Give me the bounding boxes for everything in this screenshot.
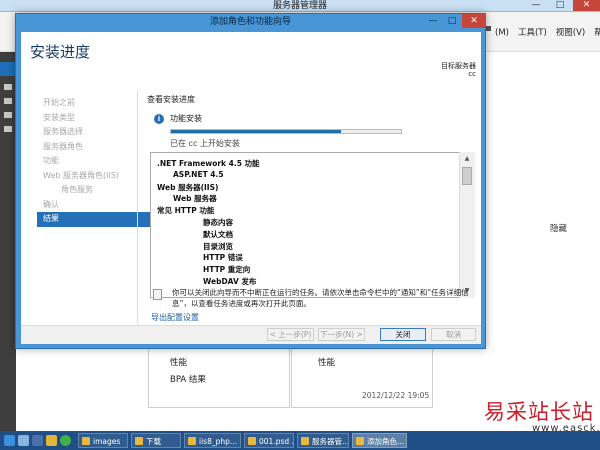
taskbar-item[interactable]: images [78,433,128,448]
watermark-logo: 易采站长站 [484,400,594,424]
tile-bpa-link[interactable]: BPA 结果 [170,373,206,385]
feature-item: .NET Framework 4.5 功能 [157,159,260,168]
wizard-title: 添加角色和功能向导 [209,17,291,27]
server-manager-menu: (M) 工具(T) 视图(V) 帮助(H) [495,26,600,38]
powershell-icon[interactable] [32,435,43,446]
taskbar-item[interactable]: iis8_php... [184,433,241,448]
progress-bar [170,129,402,134]
tile-performance-link[interactable]: 性能 [318,356,335,368]
server-manager-icon[interactable] [18,435,29,446]
note-icon [153,289,162,300]
menu-item[interactable]: 帮助(H) [594,28,600,38]
feature-item: Web 服务器(IIS) [157,182,219,192]
menu-item[interactable]: (M) [495,28,509,38]
feature-results-list[interactable]: .NET Framework 4.5 功能 ASP.NET 4.5 Web 服务器(… [150,152,475,298]
menu-item[interactable]: 工具(T) [518,28,547,38]
taskbar-item[interactable]: 服务器管... [297,433,349,448]
taskbar-item[interactable]: 添加角色... [352,433,407,448]
destination-server-value: cc [468,70,476,78]
status-label: 功能安装 [170,114,202,123]
cancel-button[interactable]: 取消 [431,328,476,341]
server-icon[interactable] [4,112,12,118]
previous-button[interactable]: < 上一步(P) [267,328,314,341]
feature-item: HTTP 错误 [203,253,243,263]
server-manager-title: 服务器管理器 [272,1,327,11]
feature-item: WebDAV 发布 [203,277,257,286]
next-button[interactable]: 下一步(N) > [318,328,365,341]
feature-item: Web 服务器 [173,194,217,204]
feature-item: ASP.NET 4.5 [173,169,224,179]
progress-note: 已在 cc 上开始安装 [170,139,240,148]
chrome-icon[interactable] [60,435,71,446]
server-icon[interactable] [4,126,12,132]
start-icon[interactable] [4,435,15,446]
scrollbar-thumb[interactable] [462,167,472,185]
server-icon[interactable] [4,98,12,104]
section-label: 查看安装进度 [147,95,195,104]
sidebar-item-selected[interactable] [0,62,16,76]
maximize-button[interactable]: □ [549,0,571,11]
info-icon: i [154,114,164,124]
page-title: 安装进度 [30,43,91,61]
feature-item: 目录浏览 [203,241,233,251]
hide-link[interactable]: 隐藏 [550,222,567,234]
explorer-icon[interactable] [46,435,57,446]
menu-item[interactable]: 视图(V) [556,28,585,38]
add-roles-wizard: 添加角色和功能向导 — □ ✕ 安装进度 目标服务器 cc 开始之前 安装类型 服务… [15,13,486,349]
feature-item: 默认文档 [203,229,233,239]
divider [137,90,138,330]
close-button[interactable]: ✕ [573,0,600,11]
tile-performance-link[interactable]: 性能 [170,356,187,368]
feature-item: HTTP 重定向 [203,265,251,275]
feature-item: 静态内容 [203,218,233,227]
wizard-body: 安装进度 目标服务器 cc 开始之前 安装类型 服务器选择 服务器角色 功能 Web 服务… [21,32,481,344]
close-wizard-button[interactable]: 关闭 [380,328,426,341]
taskbar-item[interactable]: 下载 [131,433,181,448]
timestamp: 2012/12/22 19:05 [362,391,430,400]
minimize-button[interactable]: — [525,0,547,11]
feature-item: 常见 HTTP 功能 [157,206,215,216]
server-icon[interactable] [4,84,12,90]
taskbar-item[interactable]: 001.psd ... [244,433,294,448]
export-config-link[interactable]: 导出配置设置 [151,312,199,323]
progress-fill [171,130,342,133]
wizard-minimize-button[interactable]: — [424,14,442,28]
close-wizard-note: 你可以关闭此向导而不中断正在运行的任务。请依次单击命令栏中的“通知”和“任务详细… [172,288,469,308]
wizard-maximize-button[interactable]: □ [443,14,461,28]
scroll-up-arrow-icon[interactable]: ▲ [462,155,472,163]
wizard-close-button[interactable]: ✕ [462,14,486,28]
